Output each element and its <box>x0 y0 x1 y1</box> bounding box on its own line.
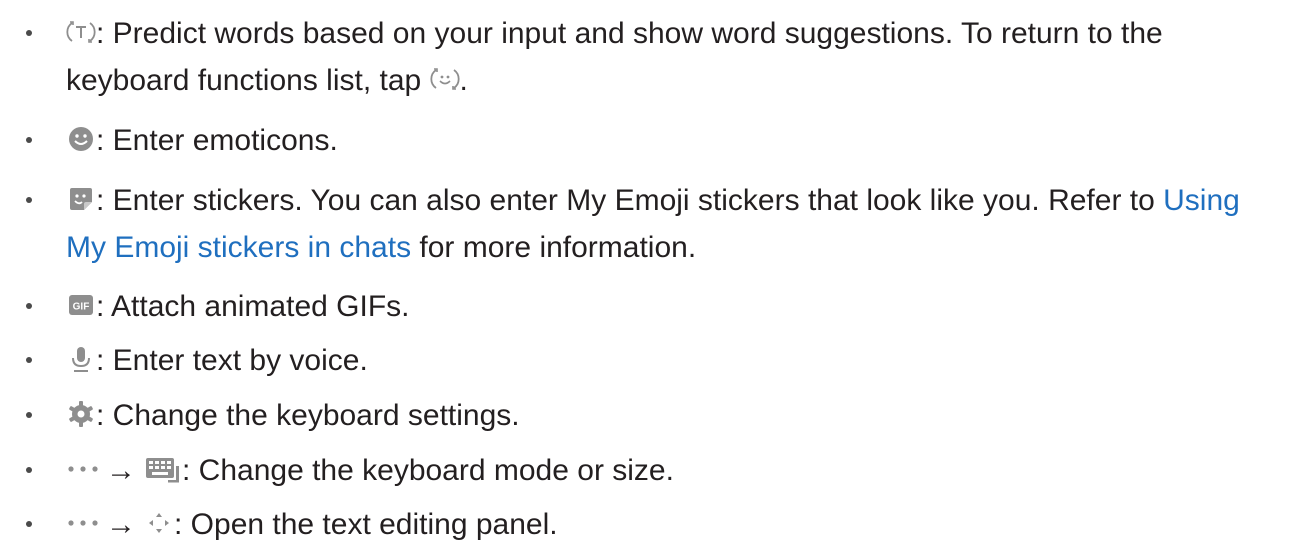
bullet <box>26 197 32 203</box>
list-item-body: → : Open the text editing panel. <box>66 501 1296 548</box>
item-text: : Predict words based on your input and … <box>96 17 1163 50</box>
list-item-body: : Predict words based on your input and … <box>66 10 1296 104</box>
microphone-icon <box>66 344 96 374</box>
my-emoji-stickers-link-continued[interactable]: My Emoji stickers in chats <box>66 231 411 264</box>
list-item-body: : Enter stickers. You can also enter My … <box>66 177 1296 271</box>
item-text: : Enter emoticons. <box>96 124 338 157</box>
bullet <box>26 303 32 309</box>
emoticon-icon <box>66 124 96 154</box>
bullet <box>26 30 32 36</box>
gif-icon: GIF <box>66 290 96 320</box>
item-text: . <box>459 64 468 97</box>
list-item-body: : Enter emoticons. <box>66 117 1296 164</box>
keyboard-mode-icon <box>144 454 182 484</box>
item-text: : Open the text editing panel. <box>174 508 558 541</box>
bullet <box>26 521 32 527</box>
arrow: → <box>106 508 136 541</box>
list-item-line: My Emoji stickers in chats for more info… <box>66 224 1296 271</box>
bullet <box>26 357 32 363</box>
keyboard-functions-list: : Predict words based on your input and … <box>0 0 1304 556</box>
text-editing-icon <box>144 508 174 538</box>
list-item-body: : Enter text by voice. <box>66 337 1296 384</box>
list-item-body: → : Change the keyboard mode or size. <box>66 447 1296 494</box>
list-item-body: GIF : Attach animated GIFs. <box>66 283 1296 330</box>
bullet <box>26 412 32 418</box>
more-options-icon <box>66 508 100 538</box>
item-text: : Change the keyboard settings. <box>96 399 520 432</box>
predict-text-icon <box>66 17 96 47</box>
svg-text:GIF: GIF <box>73 302 90 313</box>
item-text: for more information. <box>411 231 697 264</box>
item-text: : Enter stickers. You can also enter My … <box>96 184 1164 217</box>
item-text: : Attach animated GIFs. <box>96 290 410 323</box>
sticker-icon <box>66 184 96 214</box>
list-item-line: : Predict words based on your input and … <box>66 10 1296 57</box>
my-emoji-stickers-link[interactable]: Using <box>1163 184 1240 217</box>
keyboard-functions-icon <box>429 64 460 94</box>
arrow: → <box>106 454 136 487</box>
item-text: : Change the keyboard mode or size. <box>182 454 674 487</box>
bullet <box>26 137 32 143</box>
more-options-icon <box>66 454 100 484</box>
list-item-line: : Enter stickers. You can also enter My … <box>66 177 1296 224</box>
bullet <box>26 467 32 473</box>
item-text: keyboard functions list, tap <box>66 64 430 97</box>
item-text: : Enter text by voice. <box>96 344 368 377</box>
list-item-line: keyboard functions list, tap . <box>66 57 1296 104</box>
settings-gear-icon <box>66 399 96 429</box>
list-item-body: : Change the keyboard settings. <box>66 392 1296 439</box>
